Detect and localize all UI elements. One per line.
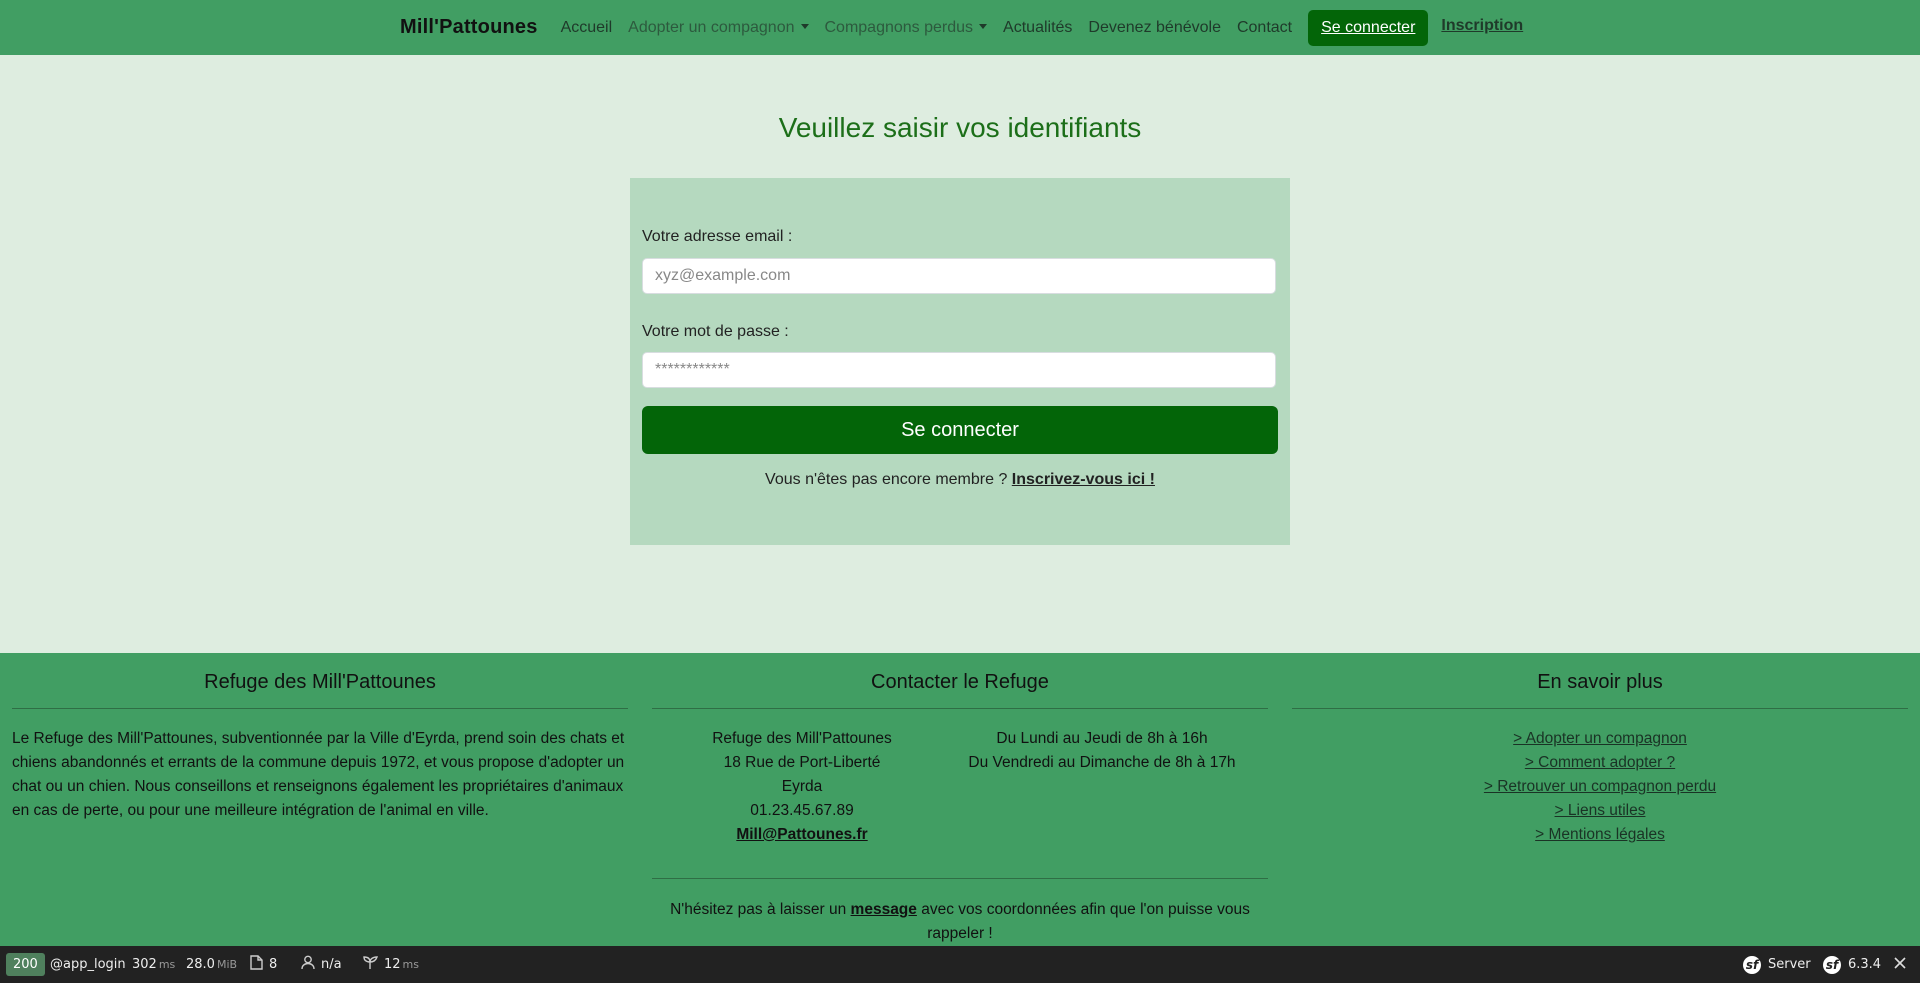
signup-prompt-text: Vous n'êtes pas encore membre ? <box>765 471 1008 488</box>
symfony-version: 6.3.4 <box>1848 957 1882 972</box>
close-toolbar-button[interactable] <box>1894 946 1906 983</box>
login-form: Votre adresse email : Votre mot de passe… <box>630 178 1290 545</box>
email-label: Votre adresse email : <box>642 228 793 245</box>
contact-message: N'hésitez pas à laisser un message avec … <box>652 898 1268 946</box>
user-icon <box>301 955 315 974</box>
footer-contact-title: Contacter le Refuge <box>871 671 1049 693</box>
nav-link-contact[interactable]: Contact <box>1237 19 1292 37</box>
time-item[interactable]: 302 ms <box>132 946 175 983</box>
password-label: Votre mot de passe : <box>642 323 789 340</box>
server-label: Server <box>1768 957 1811 972</box>
divider <box>652 708 1268 709</box>
forms-item[interactable]: 8 <box>250 946 277 983</box>
chevron-down-icon <box>979 23 988 29</box>
route-name: @app_login <box>50 957 126 972</box>
time-value: 302 <box>132 957 157 972</box>
nav-link-actualites[interactable]: Actualités <box>1003 19 1072 37</box>
page-title: Veuillez saisir vos identifiants <box>778 112 1142 143</box>
memory-unit: MiB <box>216 958 238 971</box>
hours-weekend: Du Vendredi au Dimanche de 8h à 17h <box>968 754 1236 771</box>
symfony-logo-icon: sf <box>1823 955 1841 974</box>
memory-value: 28.0 <box>186 957 215 972</box>
nav-link-accueil[interactable]: Accueil <box>561 19 613 37</box>
plant-icon <box>363 955 378 974</box>
login-submit-button[interactable]: Se connecter <box>642 406 1278 454</box>
nav-link-benevole[interactable]: Devenez bénévole <box>1088 19 1221 37</box>
footer-more-title: En savoir plus <box>1537 671 1663 693</box>
contact-hours: Du Lundi au Jeudi de 8h à 16h Du Vendred… <box>952 727 1252 775</box>
divider <box>652 878 1268 879</box>
status-item[interactable]: 200 <box>6 946 45 983</box>
nav-dropdown-perdus-label: Compagnons perdus <box>824 18 974 36</box>
signup-link[interactable]: Inscrivez-vous ici ! <box>1012 471 1155 488</box>
debug-toolbar: 200 @app_login 302 ms 28.0 MiB 8 n/a 12 ms … <box>0 946 1920 983</box>
footer-links: > Adopter un compagnon > Comment adopter… <box>1292 727 1908 847</box>
brand-logo[interactable]: Mill'Pattounes <box>400 16 538 39</box>
user-item[interactable]: n/a <box>301 946 342 983</box>
message-link[interactable]: message <box>851 901 917 918</box>
footer: Refuge des Mill'Pattounes Le Refuge des … <box>0 653 1920 946</box>
signup-prompt: Vous n'êtes pas encore membre ? Inscrive… <box>630 471 1290 489</box>
contact-name: Refuge des Mill'Pattounes <box>712 730 892 747</box>
footer-link-mentions[interactable]: > Mentions légales <box>1292 823 1908 847</box>
email-field[interactable] <box>642 258 1276 294</box>
file-icon <box>250 955 263 974</box>
nav-dropdown-perdus[interactable]: Compagnons perdus <box>825 19 988 37</box>
symfony-logo-icon: sf <box>1743 955 1761 974</box>
message-text-before: N'hésitez pas à laisser un <box>670 901 847 918</box>
navbar-inner: Mill'Pattounes Accueil Adopter un compag… <box>400 0 1523 55</box>
init-item[interactable]: 12 ms <box>363 946 419 983</box>
nav-register-link[interactable]: Inscription <box>1441 17 1523 35</box>
status-badge: 200 <box>6 953 45 976</box>
contact-street: 18 Rue de Port-Liberté <box>723 754 881 771</box>
footer-link-retrouver[interactable]: > Retrouver un compagnon perdu <box>1292 775 1908 799</box>
forms-count: 8 <box>269 957 278 972</box>
divider <box>12 708 628 709</box>
hours-weekday: Du Lundi au Jeudi de 8h à 16h <box>996 730 1208 747</box>
footer-about-title: Refuge des Mill'Pattounes <box>204 671 436 693</box>
message-text-after: avec vos coordonnées afin que l'on puiss… <box>921 901 1250 942</box>
user-value: n/a <box>321 957 342 972</box>
chevron-down-icon <box>800 23 809 29</box>
top-navbar: Mill'Pattounes Accueil Adopter un compag… <box>0 0 1920 55</box>
footer-about-text: Le Refuge des Mill'Pattounes, subvention… <box>12 730 625 819</box>
contact-address: Refuge des Mill'Pattounes 18 Rue de Port… <box>692 727 912 847</box>
contact-city: Eyrda <box>781 778 823 795</box>
time-unit: ms <box>158 958 176 971</box>
footer-link-comment-adopter[interactable]: > Comment adopter ? <box>1292 751 1908 775</box>
footer-link-adopter[interactable]: > Adopter un compagnon <box>1292 727 1908 751</box>
nav-dropdown-adopter-label: Adopter un compagnon <box>628 18 795 36</box>
init-value: 12 <box>384 957 401 972</box>
footer-link-liens-utiles[interactable]: > Liens utiles <box>1292 799 1908 823</box>
divider <box>1292 708 1908 709</box>
version-item[interactable]: sf 6.3.4 <box>1823 946 1881 983</box>
memory-item[interactable]: 28.0 MiB <box>186 946 237 983</box>
nav-login-button[interactable]: Se connecter <box>1308 9 1429 46</box>
close-icon <box>1894 956 1906 973</box>
server-item[interactable]: sf Server <box>1743 946 1811 983</box>
route-item[interactable]: @app_login <box>50 946 126 983</box>
password-field[interactable] <box>642 352 1276 388</box>
nav-dropdown-adopter[interactable]: Adopter un compagnon <box>628 18 809 37</box>
init-unit: ms <box>402 958 419 971</box>
contact-email-link[interactable]: Mill@Pattounes.fr <box>692 823 912 847</box>
contact-phone: 01.23.45.67.89 <box>750 802 854 819</box>
